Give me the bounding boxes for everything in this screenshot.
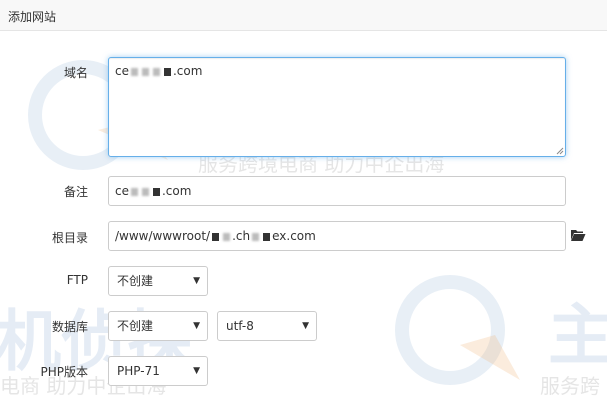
redacted-text <box>252 232 260 241</box>
remark-label: 备注 <box>63 185 88 199</box>
root-dir-value-suffix: ex.com <box>272 229 316 243</box>
root-dir-label: 根目录 <box>51 231 88 245</box>
ftp-select[interactable]: 不创建 ▼ <box>108 266 208 296</box>
root-dir-value-prefix: /www/wwwroot/ <box>115 229 211 243</box>
ftp-label: FTP <box>66 273 88 287</box>
charset-select[interactable]: utf-8 ▼ <box>217 311 317 341</box>
ftp-selected-value: 不创建 <box>117 274 154 288</box>
php-version-label: PHP版本 <box>40 365 89 379</box>
resize-grip-icon[interactable] <box>556 147 564 155</box>
watermark-slogan-bottom-right: 服务跨 <box>540 374 600 398</box>
watermark-logo-bottom-right <box>385 270 525 393</box>
redacted-text <box>163 67 171 76</box>
chevron-down-icon: ▼ <box>302 321 309 331</box>
remark-input[interactable]: ce .com <box>108 176 566 206</box>
domain-value-suffix: .com <box>172 64 203 78</box>
domain-value-prefix: ce <box>115 64 129 78</box>
remark-value-suffix: .com <box>161 184 192 198</box>
database-select[interactable]: 不创建 ▼ <box>108 311 208 341</box>
database-label: 数据库 <box>51 320 88 334</box>
chevron-down-icon: ▼ <box>193 276 200 286</box>
charset-selected-value: utf-8 <box>226 319 254 333</box>
redacted-text <box>212 232 220 241</box>
redacted-text <box>130 187 138 196</box>
redacted-text <box>152 187 160 196</box>
watermark-brand-bottom-right: 主 <box>548 297 607 374</box>
domain-textarea[interactable]: ce .com <box>108 57 566 157</box>
php-version-select[interactable]: PHP-71 ▼ <box>108 356 208 386</box>
redacted-text <box>141 187 149 196</box>
domain-label: 域名 <box>63 66 88 80</box>
redacted-text <box>223 232 231 241</box>
database-selected-value: 不创建 <box>117 319 154 333</box>
root-dir-input[interactable]: /www/wwwroot/ .ch ex.com <box>108 221 566 251</box>
remark-value-prefix: ce <box>115 184 129 198</box>
redacted-text <box>130 67 138 76</box>
chevron-down-icon: ▼ <box>193 321 200 331</box>
redacted-text <box>141 67 149 76</box>
chevron-down-icon: ▼ <box>193 366 200 376</box>
redacted-text <box>152 67 160 76</box>
dialog-title: 添加网站 <box>8 10 57 24</box>
redacted-text <box>263 232 271 241</box>
root-dir-value-middle: .ch <box>232 229 251 243</box>
php-version-selected-value: PHP-71 <box>117 364 160 378</box>
dialog-header: 添加网站 <box>0 0 607 31</box>
folder-open-icon[interactable] <box>570 228 586 242</box>
